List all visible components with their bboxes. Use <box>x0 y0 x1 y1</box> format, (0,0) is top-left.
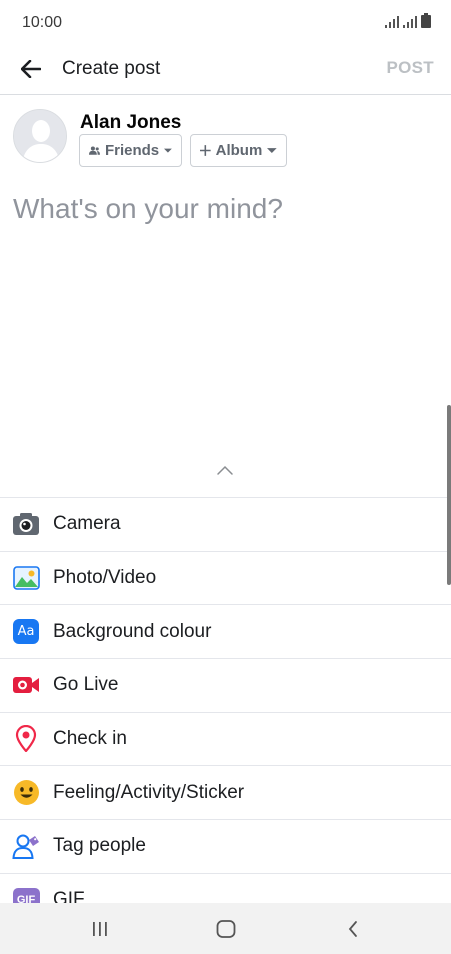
option-label: Tag people <box>53 835 146 857</box>
dropdown-caret-icon <box>267 147 277 153</box>
option-label: Camera <box>53 513 121 535</box>
option-photo-video[interactable]: Photo/Video <box>0 550 451 605</box>
location-pin-icon <box>12 725 40 753</box>
option-camera[interactable]: Camera <box>0 497 451 551</box>
friends-icon <box>89 146 100 155</box>
background-colour-icon-text: Aa <box>13 618 39 644</box>
battery-icon <box>421 13 431 28</box>
option-check-in[interactable]: Check in <box>0 711 451 766</box>
user-name: Alan Jones <box>80 112 182 133</box>
back-chevron-icon <box>348 921 357 937</box>
recent-apps-icon <box>93 922 107 936</box>
tag-people-icon <box>12 832 40 860</box>
option-background-colour[interactable]: Aa Background colour <box>0 604 451 658</box>
scrollbar-thumb[interactable] <box>447 405 451 585</box>
back-arrow-icon <box>21 60 41 78</box>
avatar <box>13 109 67 163</box>
camera-icon <box>12 510 40 538</box>
live-video-icon <box>12 671 40 699</box>
post-button[interactable]: POST <box>387 58 435 78</box>
option-label: Go Live <box>53 674 119 696</box>
option-label: Check in <box>53 728 127 750</box>
signal-icon <box>385 16 399 28</box>
app-bar: Create post POST <box>0 44 451 95</box>
page-title: Create post <box>62 58 161 79</box>
home-button[interactable] <box>211 915 241 943</box>
post-text-input[interactable]: What's on your mind? <box>13 193 283 225</box>
chevron-up-icon <box>217 465 233 475</box>
back-button[interactable] <box>14 54 48 84</box>
signal-icon-secondary <box>403 16 417 28</box>
background-colour-icon: Aa <box>12 617 40 645</box>
status-time: 10:00 <box>22 14 63 31</box>
option-label: Background colour <box>53 620 212 642</box>
status-bar: 10:00 <box>0 0 451 44</box>
album-label: Album <box>215 142 263 159</box>
system-nav-bar <box>0 903 451 954</box>
option-go-live[interactable]: Go Live <box>0 658 451 712</box>
status-icons <box>385 13 431 28</box>
home-icon <box>216 920 236 938</box>
option-feeling-activity[interactable]: Feeling/Activity/Sticker <box>0 765 451 819</box>
audience-selector[interactable]: Friends <box>79 134 182 167</box>
option-label: Feeling/Activity/Sticker <box>53 781 245 803</box>
photo-icon <box>12 564 40 592</box>
option-tag-people[interactable]: Tag people <box>0 819 451 873</box>
dropdown-caret-icon <box>164 148 172 153</box>
post-options-list: Camera Photo/Video Aa Background colour <box>0 497 451 927</box>
plus-icon <box>200 145 211 156</box>
default-avatar-icon <box>14 110 66 162</box>
system-back-button[interactable] <box>338 915 368 943</box>
audience-label: Friends <box>104 142 160 159</box>
album-selector[interactable]: Album <box>190 134 287 167</box>
smiley-icon <box>12 778 40 806</box>
option-label: Photo/Video <box>53 567 157 589</box>
recent-apps-button[interactable] <box>85 915 115 943</box>
expand-options-button[interactable] <box>216 463 234 477</box>
